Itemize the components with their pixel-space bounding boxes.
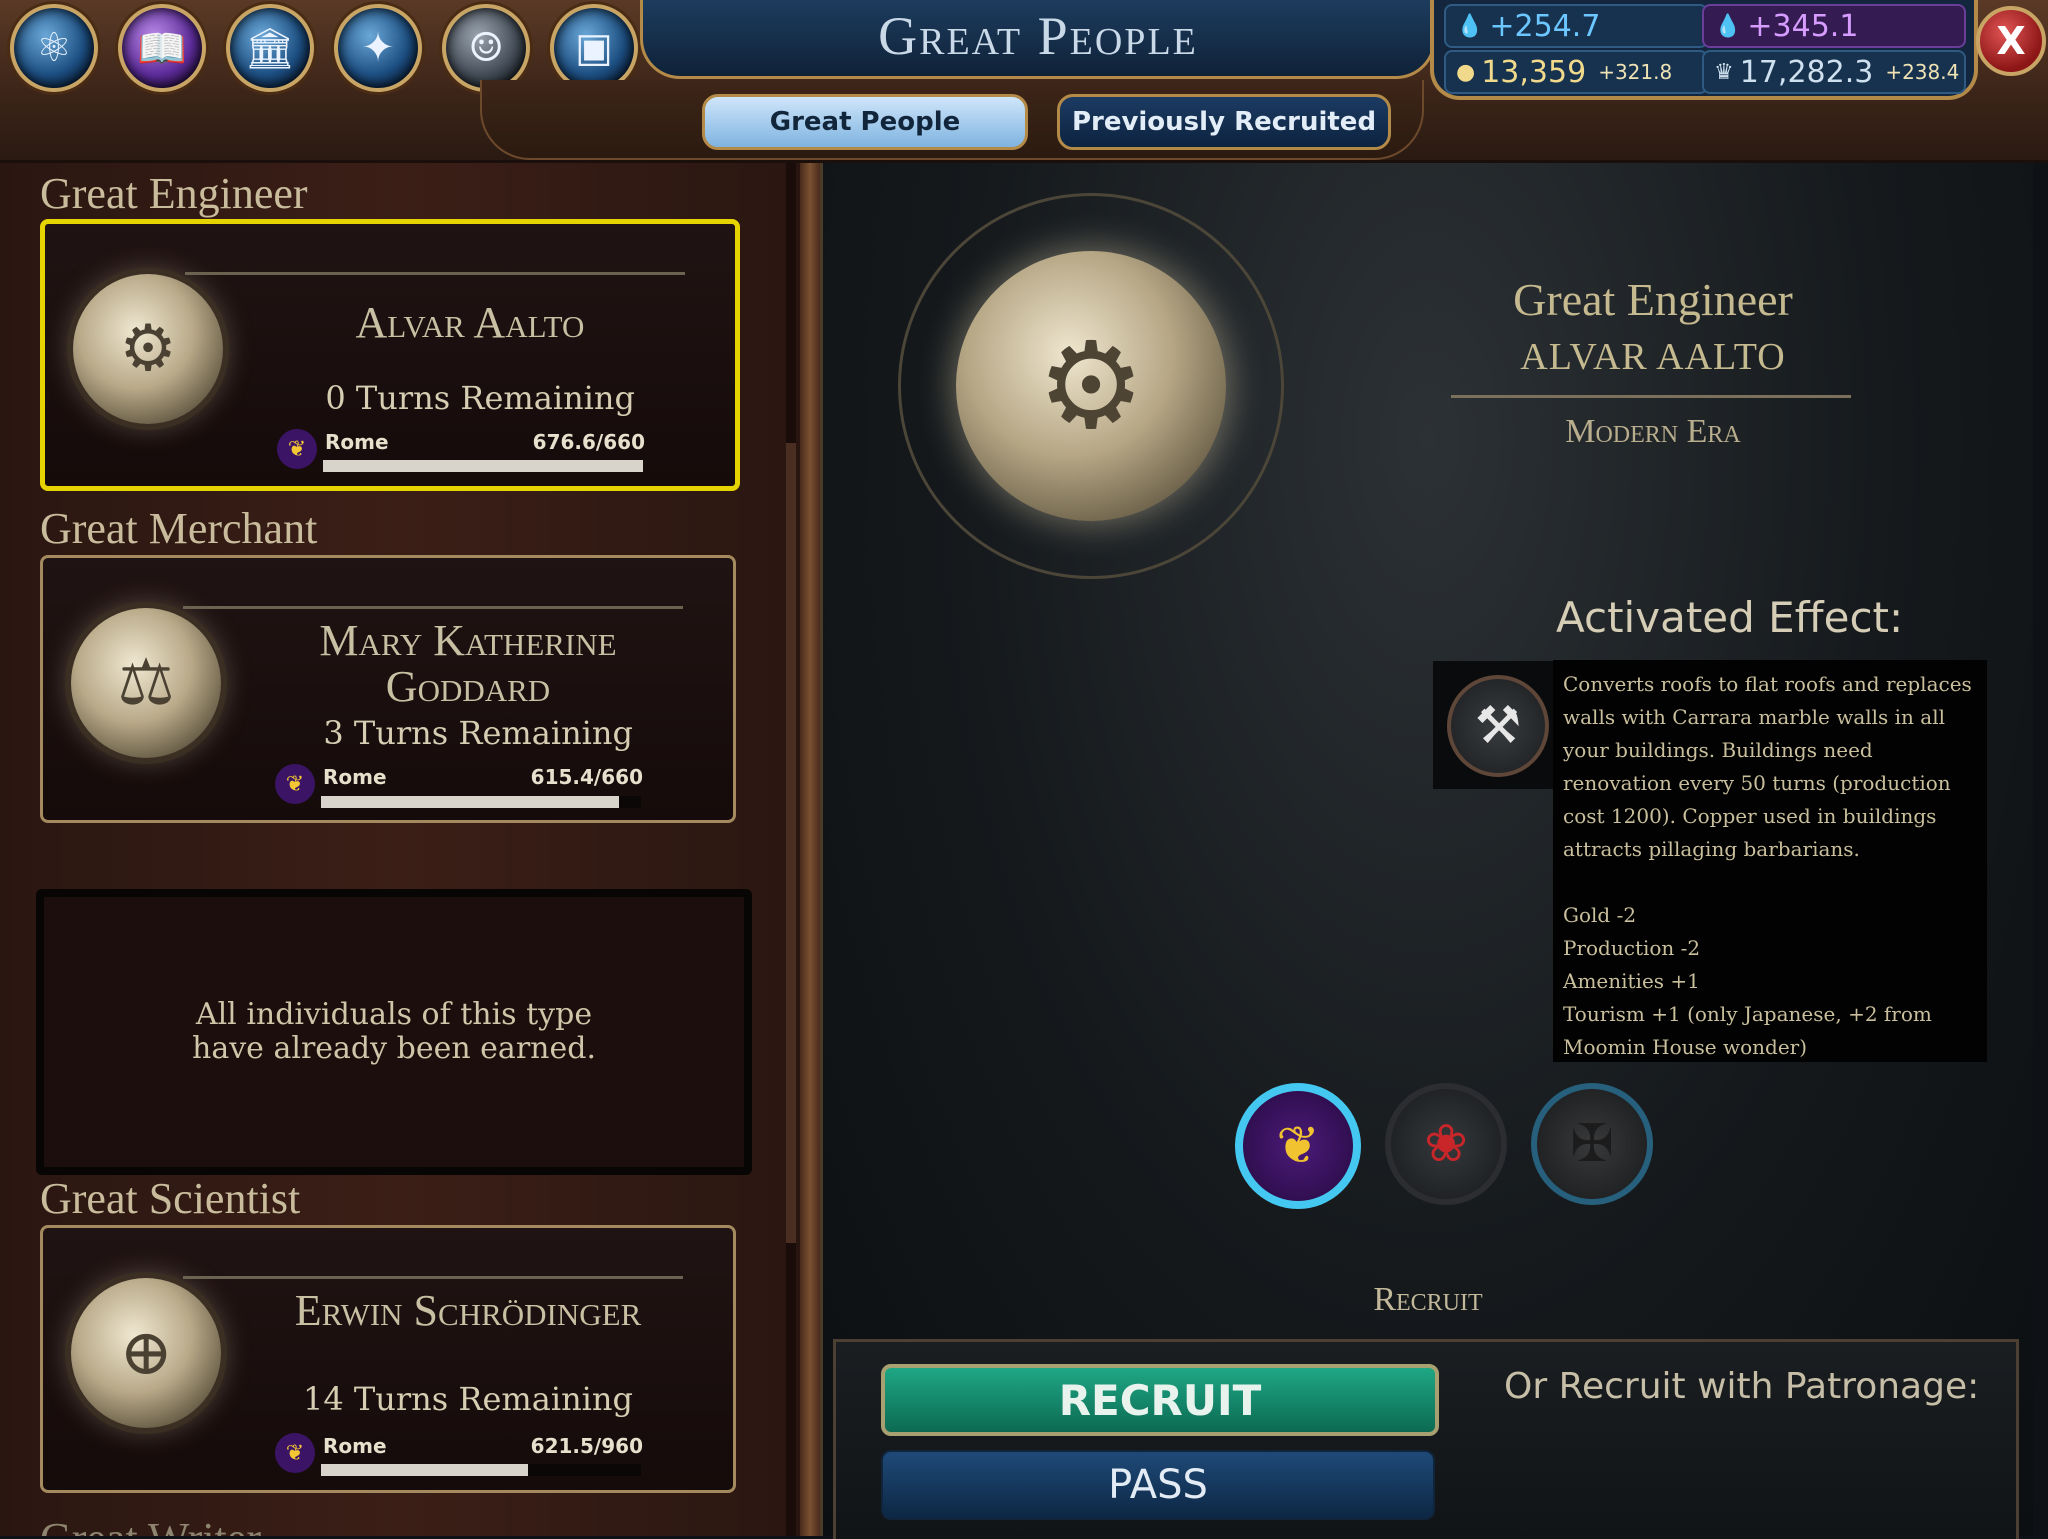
- effect-line: Tourism +1 (only Japanese, +2 from Moomi…: [1563, 1002, 1932, 1059]
- category-label: Great Writer: [40, 1513, 261, 1536]
- detail-panel: ⚙ Great Engineer ALVAR AALTO Modern Era …: [820, 163, 2033, 1539]
- engineer-medal-icon: ⚙: [956, 251, 1226, 521]
- city-name: Rome: [323, 1434, 387, 1458]
- merchant-medal-icon: ⚖: [71, 608, 221, 758]
- great-person-points: 615.4/660: [530, 765, 643, 789]
- close-button[interactable]: X: [1976, 6, 2046, 76]
- faith-icon: 💧: [1714, 13, 1742, 39]
- detail-type: Great Engineer: [1513, 274, 1793, 325]
- recruit-section-label: Recruit: [1373, 1281, 1483, 1318]
- all-earned-notice: All individuals of this type have alread…: [36, 889, 752, 1175]
- candidate-name: Mary Katherine Goddard: [319, 616, 617, 711]
- city-name: Rome: [323, 765, 387, 789]
- detail-name: ALVAR AALTO: [1520, 336, 1786, 378]
- science-yield[interactable]: 💧 +254.7: [1444, 4, 1708, 48]
- civics-book-icon[interactable]: 📖: [118, 4, 206, 92]
- progress-fill: [323, 460, 643, 472]
- pass-button[interactable]: PASS: [881, 1450, 1435, 1520]
- resource-panel: 💧 +254.7 💧 +345.1 ● 13,359 +321.8 ♛ 17,2…: [1430, 0, 1978, 100]
- candidate-card-engineer[interactable]: ⚙ Alvar Aalto 0 Turns Remaining ❦ Rome 6…: [40, 219, 740, 491]
- turns-remaining: 3 Turns Remaining: [323, 714, 633, 752]
- civ-progress-icons: ❦ ❀ ✠: [1235, 1083, 1653, 1209]
- engineer-medal-icon: ⚙: [73, 274, 223, 424]
- faith-value: +345.1: [1747, 8, 1859, 44]
- tab-bar: Great People Previously Recruited: [480, 80, 1424, 160]
- science-atom-icon[interactable]: ⚛: [10, 4, 98, 92]
- tourism-rate: +238.4: [1885, 60, 1960, 84]
- panel-divider: [800, 163, 820, 1536]
- great-person-points: 621.5/960: [530, 1434, 643, 1458]
- japan-civ-icon[interactable]: ❀: [1385, 1083, 1507, 1205]
- scientist-medal-icon: ⊕: [71, 1278, 221, 1428]
- turns-remaining: 14 Turns Remaining: [303, 1380, 633, 1418]
- candidate-name: Alvar Aalto: [355, 298, 585, 347]
- effect-title: Activated Effect:: [1556, 593, 1904, 642]
- progress-bar: [321, 1464, 641, 1476]
- category-label: Great Engineer: [40, 169, 308, 218]
- category-label: Great Merchant: [40, 504, 318, 553]
- science-icon: 💧: [1456, 13, 1484, 39]
- candidate-name: Erwin Schrödinger: [294, 1286, 642, 1335]
- turns-remaining: 0 Turns Remaining: [325, 379, 635, 417]
- progress-bar: [321, 796, 641, 808]
- candidate-card-scientist[interactable]: ⊕ Erwin Schrödinger 14 Turns Remaining ❦…: [40, 1225, 736, 1493]
- progress-fill: [321, 1464, 529, 1476]
- lens-buttons: ⚛ 📖 🏛 ✦ ☺ ▣: [10, 4, 638, 92]
- great-person-bust-icon[interactable]: ☺: [442, 4, 530, 92]
- great-works-painting-icon[interactable]: ▣: [550, 4, 638, 92]
- gold-yield[interactable]: ● 13,359 +321.8: [1444, 50, 1708, 94]
- effect-description: Converts roofs to flat roofs and replace…: [1553, 660, 1987, 1062]
- rome-civ-icon: ❦: [275, 1433, 315, 1473]
- rome-civ-icon: ❦: [275, 764, 315, 804]
- city-name: Rome: [325, 430, 389, 454]
- tourism-icon: ♛: [1714, 59, 1734, 85]
- great-person-points: 676.6/660: [532, 430, 645, 454]
- effect-line: Amenities +1: [1563, 969, 1700, 993]
- candidate-card-merchant[interactable]: ⚖ Mary Katherine Goddard 3 Turns Remaini…: [40, 555, 736, 823]
- patronage-label: Or Recruit with Patronage:: [1504, 1366, 1980, 1407]
- detail-medal: ⚙: [898, 193, 1284, 579]
- progress-fill: [321, 796, 620, 808]
- rome-civ-icon: ❦: [277, 429, 317, 469]
- progress-bar: [323, 460, 643, 472]
- faith-yield[interactable]: 💧 +345.1: [1702, 4, 1966, 48]
- government-building-icon[interactable]: 🏛: [226, 4, 314, 92]
- action-frame: RECRUIT PASS Or Recruit with Patronage:: [833, 1339, 2019, 1539]
- candidate-list[interactable]: Great Engineer ⚙ Alvar Aalto 0 Turns Rem…: [0, 163, 800, 1536]
- card-divider: [183, 1276, 683, 1279]
- title-plate: Great People: [640, 0, 1436, 79]
- rome-civ-icon[interactable]: ❦: [1235, 1083, 1361, 1209]
- gold-total: 13,359: [1481, 54, 1587, 90]
- effect-line: Gold -2: [1563, 903, 1637, 927]
- religion-angel-icon[interactable]: ✦: [334, 4, 422, 92]
- gold-rate: +321.8: [1598, 60, 1673, 84]
- germany-civ-icon[interactable]: ✠: [1531, 1083, 1653, 1205]
- effect-line: Production -2: [1563, 936, 1701, 960]
- recruit-button[interactable]: RECRUIT: [881, 1364, 1439, 1436]
- effect-paragraph: Converts roofs to flat roofs and replace…: [1563, 672, 1972, 861]
- all-earned-message: All individuals of this type have alread…: [192, 997, 596, 1066]
- tab-previously-recruited[interactable]: Previously Recruited: [1057, 94, 1391, 150]
- science-value: +254.7: [1489, 8, 1601, 44]
- tourism-yield[interactable]: ♛ 17,282.3 +238.4: [1702, 50, 1966, 94]
- top-bar: ⚛ 📖 🏛 ✦ ☺ ▣ Great People Great People Pr…: [0, 0, 2048, 163]
- category-label: Great Scientist: [40, 1174, 301, 1223]
- detail-era: Modern Era: [1565, 413, 1741, 450]
- tab-great-people[interactable]: Great People: [702, 94, 1028, 150]
- detail-divider: [1451, 395, 1851, 398]
- hammer-wrench-icon: ⚒: [1447, 675, 1549, 777]
- effect-icon-frame: ⚒: [1433, 661, 1561, 789]
- card-divider: [185, 272, 685, 275]
- page-title: Great People: [878, 6, 1198, 66]
- tourism-total: 17,282.3: [1739, 54, 1874, 90]
- card-divider: [183, 606, 683, 609]
- gold-icon: ●: [1456, 59, 1476, 85]
- scrollbar-thumb[interactable]: [786, 443, 796, 1243]
